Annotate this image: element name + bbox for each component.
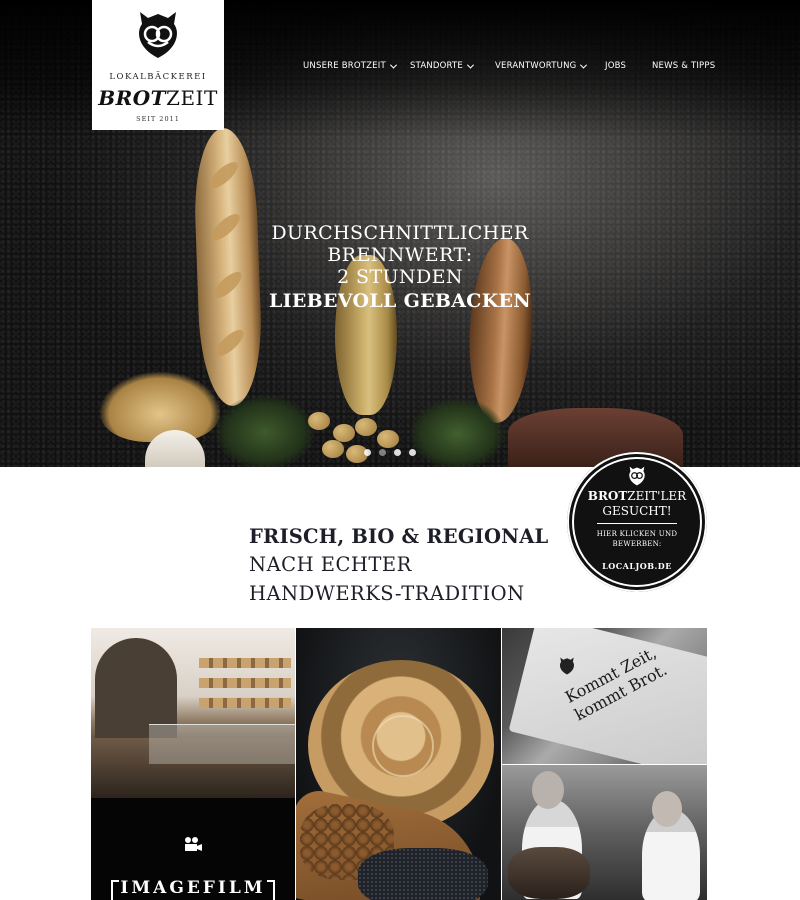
nav-item-unsere-brotzeit[interactable]: UNSERE BROTZEIT	[303, 61, 397, 71]
rosemary-right	[410, 398, 505, 467]
imagefilm-label: IMAGEFILM	[109, 878, 277, 900]
slider-dot-3[interactable]	[394, 449, 401, 456]
pretzel-emblem-icon	[139, 12, 177, 58]
hero-headline: DURCHSCHNITTLICHER BRENNWERT: 2 STUNDEN …	[245, 222, 555, 314]
badge-cta-line-1: HIER KLICKEN UND	[596, 530, 678, 538]
badge-title: BROTZEIT'LER	[567, 489, 707, 503]
hero-line-4: LIEBEVOLL GEBACKEN	[269, 290, 531, 312]
badge-site: LOCALJOB.DE	[602, 561, 672, 571]
wheat-bouquet	[100, 372, 220, 442]
badge-cta-line-2: BEWERBEN:	[612, 540, 662, 548]
poppy-seeds	[358, 848, 488, 900]
hero-line-3: 2 STUNDEN	[337, 266, 463, 288]
bread-shelf	[199, 698, 291, 708]
rosemary-left	[215, 395, 315, 467]
baker-left-head	[532, 771, 564, 809]
hero-line-1: DURCHSCHNITTLICHER	[271, 222, 529, 244]
badge-title-rest: ZEIT'LER	[627, 489, 687, 503]
display-case	[149, 724, 295, 764]
nav-item-label: UNSERE BROTZEIT	[303, 61, 386, 71]
slider-dot-1[interactable]	[364, 449, 371, 456]
tile-imagefilm[interactable]: IMAGEFILM	[91, 798, 295, 900]
slider-dots	[364, 449, 416, 456]
nav-item-label: NEWS & TIPPS	[652, 61, 716, 71]
intro-line-1: FRISCH, BIO & REGIONAL	[249, 525, 549, 548]
nav-item-label: JOBS	[605, 61, 627, 71]
chevron-down-icon	[466, 61, 475, 69]
jobs-badge[interactable]: BROTZEIT'LER GESUCHT! HIER KLICKEN UND B…	[567, 452, 707, 592]
logo-since: SEIT 2011	[136, 115, 180, 123]
potato	[308, 412, 330, 430]
pretzel-emblem-icon	[629, 466, 645, 486]
hero-line-2: BRENNWERT:	[327, 244, 473, 266]
baker-right-head	[652, 791, 682, 827]
intro-line-3: HANDWERKS-TRADITION	[249, 582, 525, 605]
logo-word-bold: BROT	[98, 86, 167, 110]
intro-heading: FRISCH, BIO & REGIONAL NACH ECHTER HANDW…	[249, 524, 569, 608]
nav-item-label: STANDORTE	[410, 61, 463, 71]
badge-divider	[597, 523, 677, 524]
image-grid: IMAGEFILM Kommt Zeit, kommt Brot.	[91, 628, 707, 900]
logo-wordmark: BROTZEIT	[92, 86, 224, 110]
site-logo[interactable]: LOKALBÄCKEREI BROTZEIT SEIT 2011	[92, 0, 224, 130]
nav-item-news-tipps[interactable]: NEWS & TIPPS	[652, 61, 715, 71]
intro-line-2: NACH ECHTER	[249, 553, 412, 576]
potato	[377, 430, 399, 448]
chevron-down-icon	[580, 61, 588, 69]
chevron-down-icon	[389, 61, 397, 69]
nav-item-label: VERANTWORTUNG	[495, 61, 577, 71]
badge-cta: HIER KLICKEN UND BEWERBEN:	[589, 529, 685, 549]
logo-word-regular: ZEIT	[166, 86, 218, 110]
potato	[322, 440, 344, 458]
tile-sourdough-loaf[interactable]	[296, 628, 501, 900]
nav-item-jobs[interactable]: JOBS	[605, 61, 626, 71]
pretzel-emblem-icon	[559, 657, 575, 675]
tile-bread-bag[interactable]: Kommt Zeit, kommt Brot.	[502, 628, 707, 764]
bread-shelf	[199, 678, 291, 688]
potato	[355, 418, 377, 436]
slider-dot-4[interactable]	[409, 449, 416, 456]
film-camera-icon	[185, 837, 202, 851]
badge-title-2: GESUCHT!	[602, 504, 672, 518]
slider-dot-2[interactable]	[379, 449, 386, 456]
bread-shelf	[199, 658, 291, 668]
tile-bakers[interactable]	[502, 765, 707, 900]
potato	[333, 424, 355, 442]
logo-subtitle: LOKALBÄCKEREI	[109, 72, 207, 82]
nav-item-verantwortung[interactable]: VERANTWORTUNG	[495, 61, 588, 71]
badge-title-bold: BROT	[587, 489, 628, 503]
nav-item-standorte[interactable]: STANDORTE	[410, 61, 475, 71]
baker-bread	[508, 847, 590, 899]
tile-bakery-shop[interactable]	[91, 628, 295, 798]
